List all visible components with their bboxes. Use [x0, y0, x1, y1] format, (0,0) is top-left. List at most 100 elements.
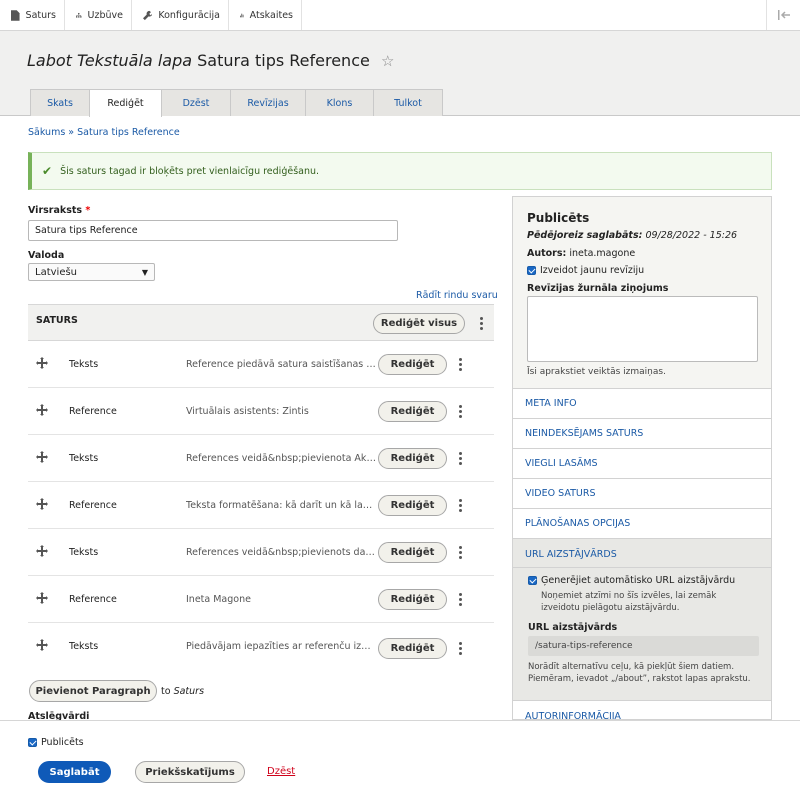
more-actions-icon[interactable]: [458, 546, 462, 559]
last-saved: Pēdējoreiz saglabāts: 09/28/2022 - 15:26: [527, 230, 738, 241]
more-actions-icon[interactable]: [479, 317, 483, 330]
checkbox-checked-icon[interactable]: [527, 266, 536, 275]
edit-paragraph-button[interactable]: Rediģēt: [378, 401, 447, 422]
url-alias-input[interactable]: /satura-tips-reference: [528, 636, 759, 656]
edit-paragraph-button[interactable]: Rediģēt: [378, 589, 447, 610]
status-text: Šis saturs tagad ir bloķēts pret vienlai…: [60, 165, 320, 177]
sidebar-meta: Publicēts Pēdējoreiz saglabāts: 09/28/20…: [513, 197, 771, 389]
more-actions-icon[interactable]: [458, 642, 462, 655]
drag-handle-icon[interactable]: [36, 498, 48, 510]
paragraph-type: Teksts: [69, 641, 99, 652]
sidebar-section-video[interactable]: VIDEO SATURS: [513, 479, 771, 509]
tab-revizijas[interactable]: Revīzijas: [230, 89, 306, 116]
more-actions-icon[interactable]: [458, 358, 462, 371]
new-revision-checkbox[interactable]: Izveidot jaunu revīziju: [527, 265, 644, 276]
save-button[interactable]: Saglabāt: [38, 761, 111, 783]
paragraph-type: Teksts: [69, 359, 99, 370]
url-alias-label: URL aizstājvārds: [528, 622, 618, 633]
add-paragraph-button[interactable]: Pievienot Paragraph: [29, 680, 157, 702]
preview-button[interactable]: Priekšskatījums: [135, 761, 245, 783]
toolbar-item-saturs[interactable]: Saturs: [0, 0, 65, 30]
paragraph-type: Reference: [69, 594, 117, 605]
sidebar-section-easy-read[interactable]: VIEGLI LASĀMS: [513, 449, 771, 479]
title-input[interactable]: Satura tips Reference: [28, 220, 398, 241]
saturs-header: SATURS Rediģēt visus: [28, 304, 494, 341]
drag-handle-icon[interactable]: [36, 357, 48, 369]
sidebar-section-author-info[interactable]: AUTORINFORMĀCIJA: [513, 701, 771, 719]
paragraph-row: Teksts Reference piedāvā satura saistīša…: [28, 341, 494, 388]
paragraph-row: Teksts References veidā&nbsp;pievienota …: [28, 435, 494, 482]
show-row-weights-link[interactable]: Rādīt rindu svaru: [416, 290, 498, 301]
tab-rediget[interactable]: Rediģēt: [89, 89, 162, 117]
checkbox-checked-icon[interactable]: [528, 576, 537, 585]
title-label: Virsraksts *: [28, 205, 91, 216]
paragraph-type: Teksts: [69, 453, 99, 464]
collapse-sidebar-icon[interactable]: [766, 0, 800, 30]
file-icon: [11, 9, 20, 21]
toolbar-item-uzbuve[interactable]: Uzbūve: [65, 0, 132, 30]
author: Autors: ineta.magone: [527, 248, 636, 259]
url-alias-section: URL AIZSTĀJVĀRDS Ģenerējiet automātisko …: [513, 539, 771, 701]
toolbar-item-atskaites[interactable]: Atskaites: [229, 0, 302, 30]
delete-link[interactable]: Dzēst: [267, 766, 295, 777]
edit-paragraph-button[interactable]: Rediģēt: [378, 448, 447, 469]
paragraph-row: Reference Teksta formatēšana: kā darīt u…: [28, 482, 494, 529]
generate-alias-help: Noņemiet atzīmi no šīs izvēles, lai zemā…: [541, 591, 717, 613]
paragraph-row: Reference Virtuālais asistents: Zintis R…: [28, 388, 494, 435]
meta-sidebar: Publicēts Pēdējoreiz saglabāts: 09/28/20…: [512, 196, 772, 720]
sitemap-icon: [76, 12, 82, 18]
more-actions-icon[interactable]: [458, 593, 462, 606]
published-checkbox[interactable]: Publicēts: [28, 737, 84, 748]
paragraph-summary: Piedāvājam iepazīties ar referenču izm..…: [186, 641, 376, 652]
url-alias-help: Norādīt alternatīvu ceļu, kā piekļūt šie…: [528, 662, 751, 684]
paragraph-row: Teksts Piedāvājam iepazīties ar referenč…: [28, 623, 494, 670]
url-alias-section-title[interactable]: URL AIZSTĀJVĀRDS: [525, 549, 617, 560]
edit-paragraph-button[interactable]: Rediģēt: [378, 495, 447, 516]
wrench-icon: [143, 10, 153, 20]
page-header: Labot Tekstuāla lapa Satura tips Referen…: [0, 31, 800, 117]
tab-tulkot[interactable]: Tulkot: [373, 89, 443, 116]
add-paragraph-target: to Saturs: [161, 686, 205, 697]
drag-handle-icon[interactable]: [36, 451, 48, 463]
star-icon[interactable]: ☆: [381, 52, 394, 70]
sidebar-section-meta-info[interactable]: META INFO: [513, 389, 771, 419]
more-actions-icon[interactable]: [458, 452, 462, 465]
edit-paragraph-button[interactable]: Rediģēt: [378, 638, 447, 659]
primary-tabs: Skats Rediģēt Dzēst Revīzijas Klons Tulk…: [30, 89, 443, 117]
published-status: Publicēts: [527, 211, 590, 225]
admin-toolbar: Saturs Uzbūve Konfigurācija Atskaites: [0, 0, 800, 31]
paragraph-summary: Teksta formatēšana: kā darīt un kā lab..…: [186, 500, 376, 511]
tab-dzest[interactable]: Dzēst: [161, 89, 231, 116]
paragraph-row: Teksts References veidā&nbsp;pievienots …: [28, 529, 494, 576]
tab-klons[interactable]: Klons: [305, 89, 374, 116]
bar-chart-icon: [240, 13, 244, 17]
paragraph-summary: Reference piedāvā satura saistīšanas u..…: [186, 359, 376, 370]
more-actions-icon[interactable]: [458, 405, 462, 418]
more-actions-icon[interactable]: [458, 499, 462, 512]
keywords-label: Atslēgvārdi: [28, 711, 90, 720]
drag-handle-icon[interactable]: [36, 545, 48, 557]
generate-alias-checkbox[interactable]: Ģenerējiet automātisko URL aizstājvārdu: [528, 575, 735, 586]
tab-skats[interactable]: Skats: [30, 89, 90, 116]
dropdown-arrow-icon: ▼: [141, 267, 148, 277]
saturs-label: SATURS: [36, 315, 78, 326]
revision-log-textarea[interactable]: [527, 296, 758, 362]
checkbox-checked-icon[interactable]: [28, 738, 37, 747]
page-title-italic: Labot Tekstuāla lapa: [27, 51, 193, 70]
check-icon: ✔: [42, 164, 53, 178]
page-title: Labot Tekstuāla lapa Satura tips Referen…: [27, 51, 394, 70]
edit-paragraph-button[interactable]: Rediģēt: [378, 542, 447, 563]
breadcrumb[interactable]: Sākums » Satura tips Reference: [28, 127, 180, 138]
edit-paragraph-button[interactable]: Rediģēt: [378, 354, 447, 375]
edit-all-button[interactable]: Rediģēt visus: [373, 313, 465, 334]
toolbar-item-konfiguracija[interactable]: Konfigurācija: [132, 0, 229, 30]
sidebar-section-scheduling[interactable]: PLĀNOŠANAS OPCIJAS: [513, 509, 771, 539]
paragraph-row: Reference Ineta Magone Rediģēt: [28, 576, 494, 623]
language-label: Valoda: [28, 250, 65, 261]
language-select[interactable]: Latviešu ▼: [28, 263, 155, 281]
paragraph-summary: References veidā&nbsp;pievienots dar...: [186, 547, 376, 558]
sidebar-section-noindex[interactable]: NEINDEKSĒJAMS SATURS: [513, 419, 771, 449]
drag-handle-icon[interactable]: [36, 592, 48, 604]
drag-handle-icon[interactable]: [36, 639, 48, 651]
drag-handle-icon[interactable]: [36, 404, 48, 416]
